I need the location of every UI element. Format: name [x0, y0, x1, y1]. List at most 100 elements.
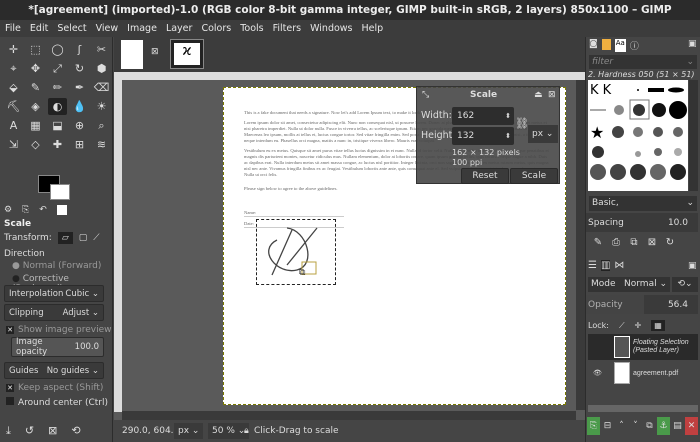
layer-mode-select[interactable]: Mode Normal ⌄ — [588, 277, 670, 292]
tool-button-icon[interactable]: ⬙ — [4, 79, 23, 96]
undo-history-tab-icon[interactable]: ↶ — [39, 205, 47, 217]
edit-brush-icon[interactable]: ✎ — [589, 237, 607, 248]
brush-scrollbar[interactable] — [689, 80, 698, 191]
tool-button-icon[interactable]: 💧 — [70, 98, 89, 115]
layer-row-agreement[interactable]: 👁︎ agreement.pdf — [588, 360, 698, 386]
image-tab-active[interactable]: ϰ — [170, 39, 204, 69]
menu-help[interactable]: Help — [362, 20, 384, 37]
transform-path-icon[interactable]: ⟋ — [93, 233, 99, 243]
anchor-layer-icon[interactable]: ⚓︎ — [657, 417, 670, 435]
fonts-tab-icon[interactable]: Aa — [614, 39, 626, 52]
background-color[interactable] — [50, 184, 70, 200]
tool-button-icon[interactable]: ◯ — [48, 41, 67, 58]
tool-button-icon[interactable]: ⇲ — [4, 136, 23, 153]
new-layer-group-icon[interactable]: ⊟ — [601, 417, 614, 435]
tool-button-icon[interactable]: ☀ — [92, 98, 111, 115]
menu-file[interactable]: File — [5, 20, 21, 37]
tool-button-icon[interactable]: ✎ — [26, 79, 45, 96]
tool-button-icon[interactable]: ⌫ — [92, 79, 111, 96]
tool-button-icon[interactable]: ⬢ — [92, 60, 111, 77]
image-opacity-spinner[interactable]: Image opacity 100.0 — [11, 337, 104, 357]
menu-tools[interactable]: Tools — [240, 20, 263, 37]
menu-layer[interactable]: Layer — [166, 20, 193, 37]
menu-view[interactable]: View — [96, 20, 119, 37]
visibility-eye-icon[interactable]: 👁︎ — [593, 369, 602, 377]
reset-button[interactable]: Reset — [461, 168, 509, 184]
close-tab-icon[interactable]: ⊠ — [151, 47, 159, 57]
raise-layer-icon[interactable]: ˄ — [615, 417, 628, 435]
around-center-checkbox[interactable]: Around center (Ctrl) — [6, 397, 108, 408]
delete-options-icon[interactable]: ⊠ — [48, 424, 57, 438]
tool-button-icon[interactable]: ◇ — [26, 136, 45, 153]
tool-button-icon[interactable]: ⛏ — [4, 98, 23, 115]
clipping-select[interactable]: Clipping Adjust ⌄ — [4, 304, 104, 321]
delete-brush-icon[interactable]: ⊠ — [643, 237, 661, 248]
transform-layer-icon[interactable]: ▱ — [57, 232, 73, 244]
duplicate-brush-icon[interactable]: ⧉ — [625, 237, 643, 248]
tool-button-icon[interactable]: ⌕ — [92, 117, 111, 134]
images-tab-icon[interactable] — [56, 205, 67, 215]
channels-tab-icon[interactable]: ▥ — [600, 260, 611, 271]
reset-options-icon[interactable]: ⟲ — [71, 424, 80, 438]
keep-aspect-checkbox[interactable]: ✕ Keep aspect (Shift) — [6, 383, 103, 393]
layers-tab-icon[interactable]: ☰ — [588, 260, 597, 271]
mask-layer-icon[interactable]: ▤ — [671, 417, 684, 435]
layers-scrollbar[interactable] — [588, 405, 698, 412]
menu-select[interactable]: Select — [57, 20, 86, 37]
dock-menu-icon[interactable]: ▣ — [688, 39, 697, 49]
height-input[interactable]: 132 ⬍ — [452, 127, 514, 145]
layer-row-floating[interactable]: Floating Selection (Pasted Layer) — [588, 334, 698, 360]
vertical-scrollbar[interactable] — [576, 80, 585, 410]
new-brush-icon[interactable]: ⎙ — [607, 237, 625, 248]
save-options-icon[interactable]: ⤓ — [6, 424, 11, 438]
floating-selection-bounds[interactable] — [256, 219, 336, 285]
menu-colors[interactable]: Colors — [201, 20, 231, 37]
tool-button-icon[interactable]: ▦ — [26, 117, 45, 134]
show-preview-checkbox[interactable]: ✕ Show image preview — [6, 325, 112, 335]
direction-normal-radio[interactable]: ● Normal (Forward) — [12, 261, 101, 271]
menu-filters[interactable]: Filters — [273, 20, 301, 37]
interpolation-select[interactable]: Interpolation Cubic ⌄ — [4, 285, 104, 302]
lower-layer-icon[interactable]: ˅ — [629, 417, 642, 435]
tool-button-icon[interactable]: ◈ — [26, 98, 45, 115]
brush-filter-input[interactable]: filter ⌄ — [589, 55, 697, 69]
tool-button-icon[interactable]: ⌖ — [4, 60, 23, 77]
tool-button-icon[interactable]: ⤢ — [48, 60, 67, 77]
tool-options-tab-icon[interactable]: ⚙ — [4, 205, 12, 217]
tool-button-icon[interactable]: ≋ — [92, 136, 111, 153]
layers-dock-menu-icon[interactable]: ▣ — [688, 261, 697, 271]
dialog-close-icon[interactable]: ⊠ — [548, 90, 556, 100]
restore-options-icon[interactable]: ↺ — [25, 424, 34, 438]
new-layer-icon[interactable]: ⎘ — [587, 417, 600, 435]
tool-button-icon[interactable]: ✚ — [48, 136, 67, 153]
tool-button-icon[interactable]: ⊕ — [70, 117, 89, 134]
spacing-slider[interactable]: Spacing 10.0 — [586, 213, 698, 232]
image-tab-thumbnail[interactable] — [121, 40, 143, 69]
tool-button-icon[interactable]: ✏ — [48, 79, 67, 96]
tool-button-icon[interactable]: ⬚ — [26, 41, 45, 58]
guides-select[interactable]: Guides No guides ⌄ — [4, 362, 104, 379]
chain-link-icon[interactable]: ⛓ — [515, 117, 529, 130]
delete-layer-icon[interactable]: ✕ — [685, 417, 698, 435]
tool-button-icon[interactable]: ⬓ — [48, 117, 67, 134]
scale-button[interactable]: Scale — [510, 168, 558, 184]
lock-position-icon[interactable]: ✛ — [635, 321, 642, 330]
tool-button-icon[interactable]: ↻ — [70, 60, 89, 77]
lock-alpha-icon[interactable]: ▦ — [651, 320, 665, 331]
tool-button-icon[interactable]: ✂ — [92, 41, 111, 58]
refresh-brushes-icon[interactable]: ↻ — [661, 237, 679, 248]
tool-button-icon[interactable]: ✒ — [70, 79, 89, 96]
tool-button-icon[interactable]: ✛ — [4, 41, 23, 58]
transform-selection-icon[interactable]: ▢ — [79, 233, 88, 243]
brush-grid[interactable]: K K ★ — [588, 80, 688, 191]
paths-tab-icon[interactable]: ⋈ — [614, 260, 624, 271]
tool-button-icon[interactable]: ⊞ — [70, 136, 89, 153]
unit-dropdown[interactable]: px ⌄ — [174, 423, 204, 439]
unit-select[interactable]: px ⌄ — [528, 125, 558, 143]
brushes-tab-icon[interactable]: ◙ — [589, 39, 598, 52]
brush-preset-select[interactable]: Basic, ⌄ — [589, 196, 697, 211]
tool-button-icon[interactable]: A — [4, 117, 23, 134]
tool-button-icon[interactable]: ◐ — [48, 98, 67, 115]
tool-button-icon[interactable]: ʃ — [70, 41, 89, 58]
horizontal-scrollbar[interactable] — [122, 411, 576, 420]
